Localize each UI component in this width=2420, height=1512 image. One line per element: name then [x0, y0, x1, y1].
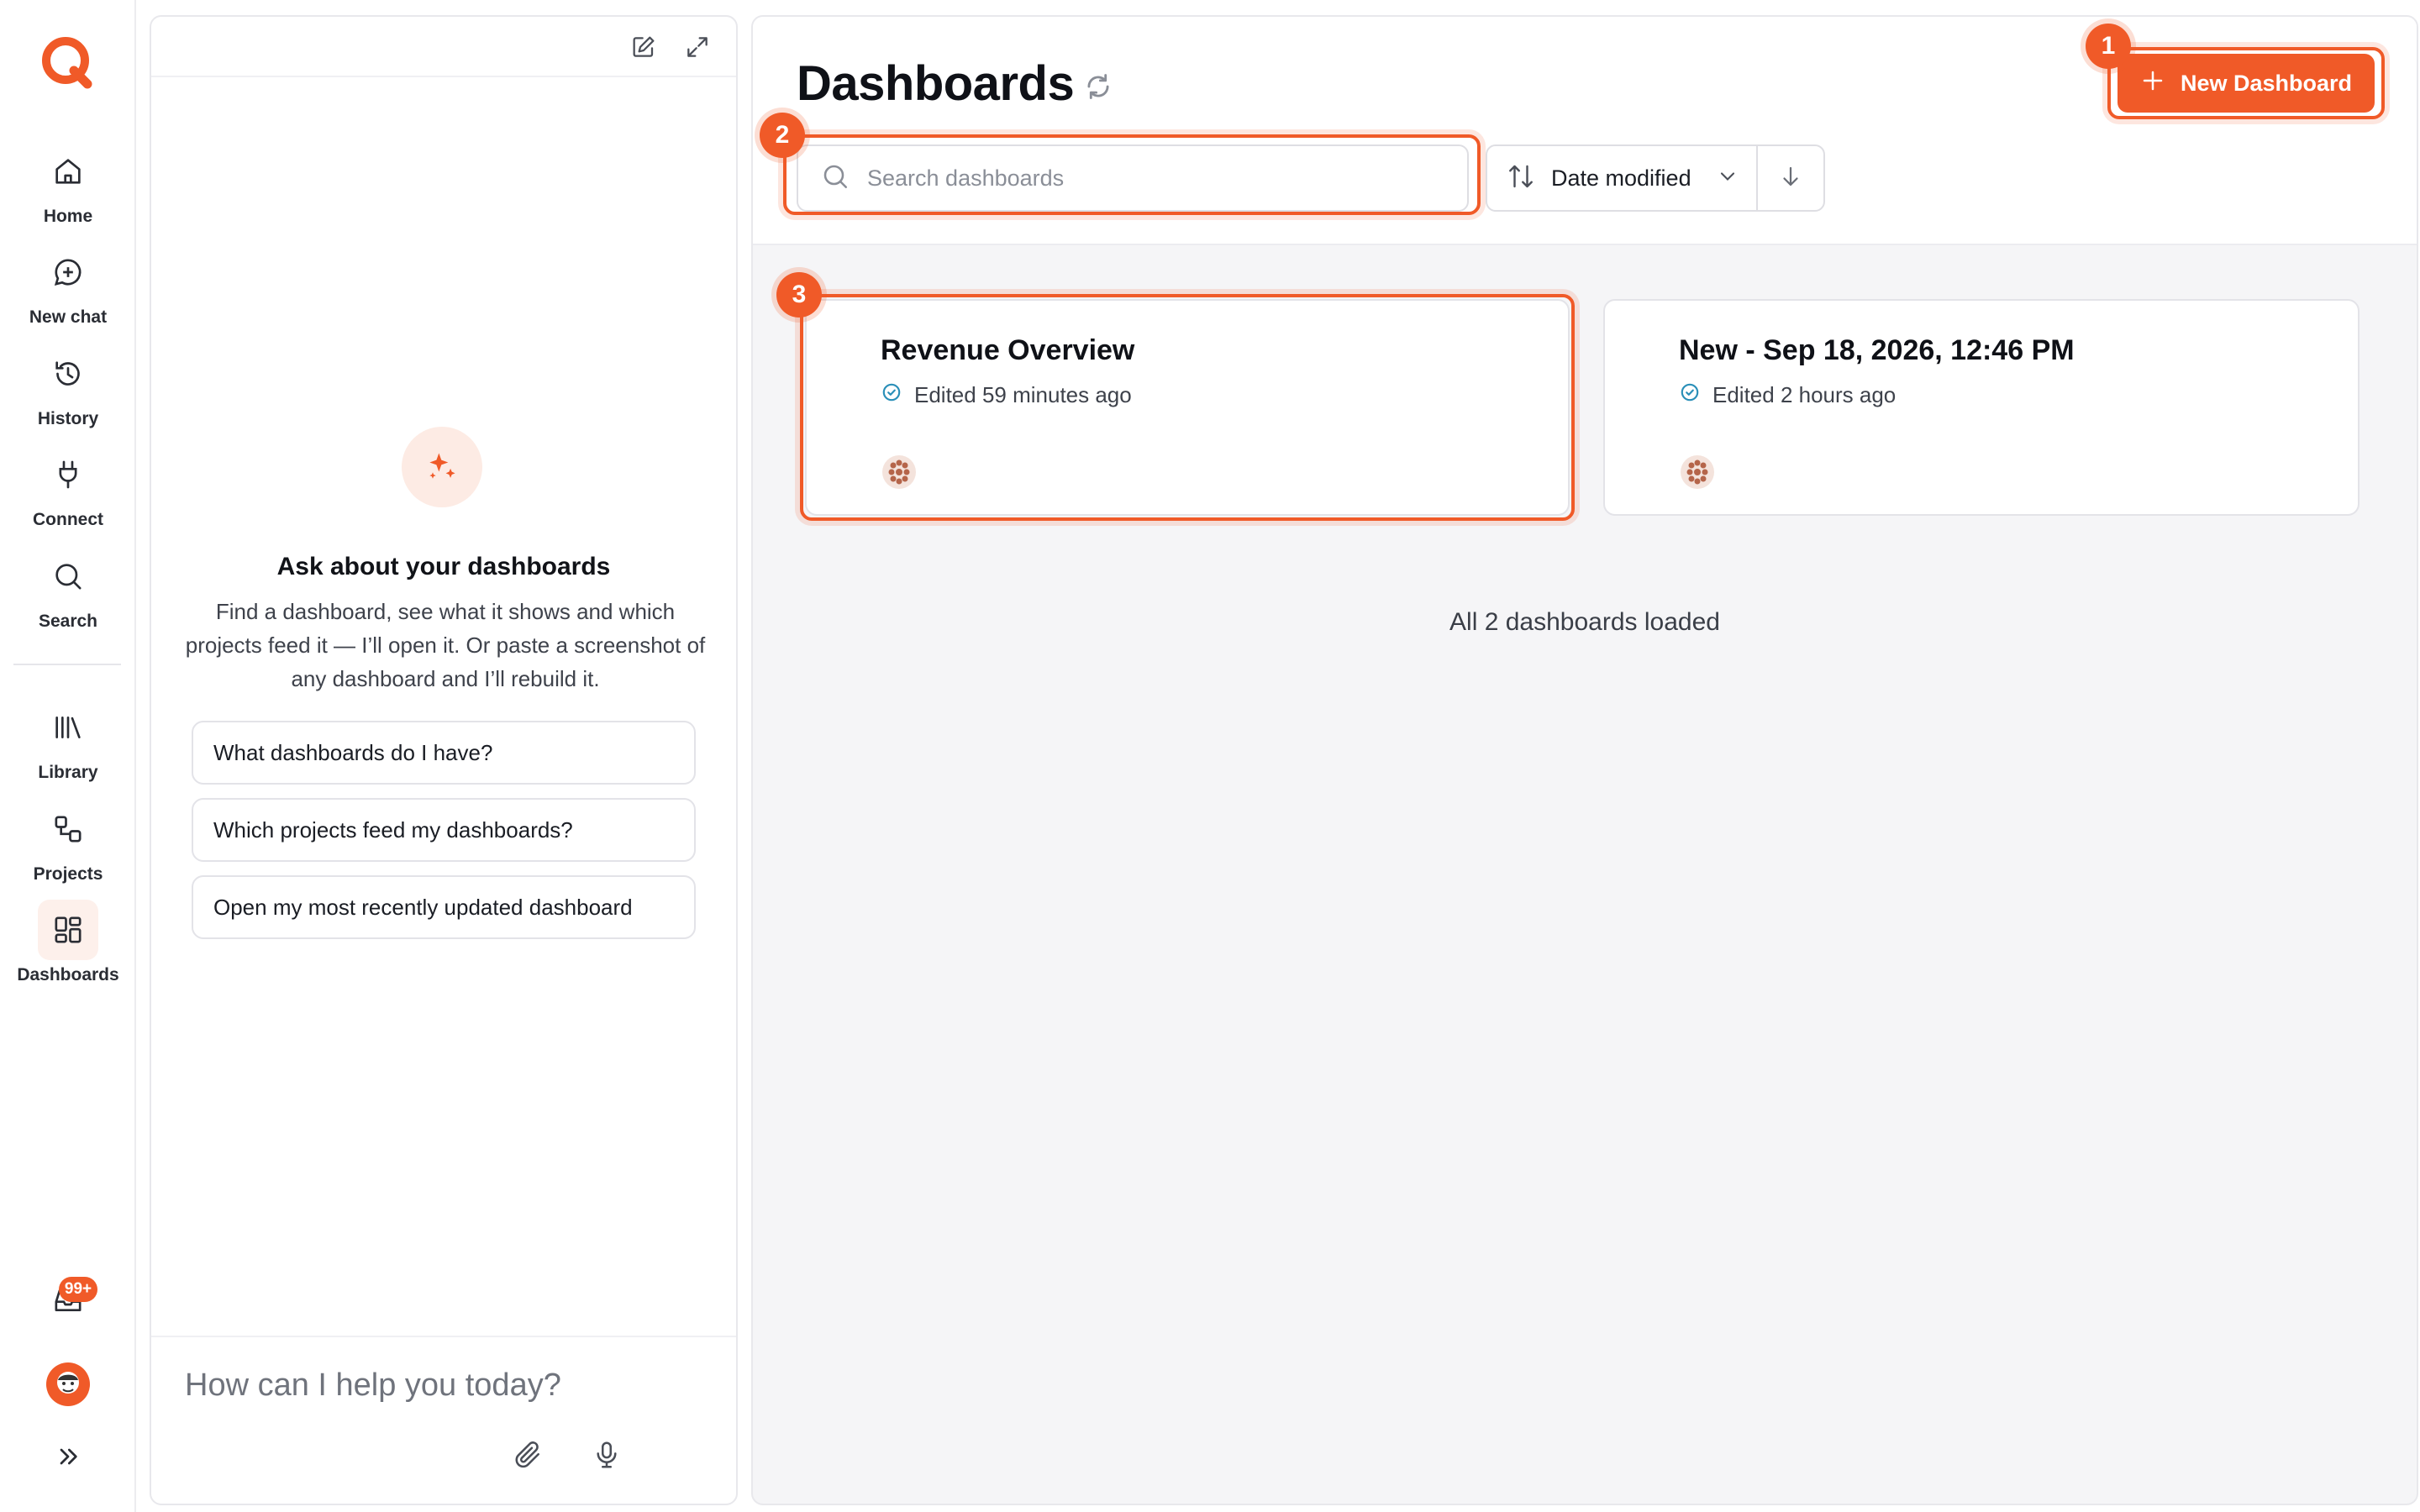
sidebar-item-label: Library	[38, 763, 98, 782]
arrow-down-icon	[1778, 164, 1803, 193]
dashboard-card-meta: Edited 59 minutes ago	[881, 381, 1132, 409]
new-conversation-button[interactable]	[627, 32, 660, 66]
search-icon	[38, 546, 98, 606]
sparkle-icon	[402, 427, 482, 507]
sidebar-item-label: Dashboards	[17, 965, 119, 984]
sidebar-item-history[interactable]: History	[0, 344, 136, 438]
suggestion-button[interactable]: Open my most recently updated dashboard	[192, 875, 696, 939]
inbox-badge: 99+	[59, 1277, 97, 1302]
assistant-panel: Ask about your dashboards Find a dashboa…	[150, 15, 738, 1505]
page-title: Dashboards	[797, 56, 1075, 111]
sidebar-item-label: Connect	[33, 510, 103, 529]
edited-time: Edited 59 minutes ago	[914, 382, 1132, 407]
sidebar-item-label: Search	[38, 612, 98, 631]
search-icon	[820, 161, 850, 196]
history-icon	[38, 344, 98, 404]
composer-divider	[151, 1336, 736, 1337]
sidebar-item-label: History	[37, 409, 99, 428]
search-input[interactable]	[867, 165, 1422, 192]
chat-input[interactable]: How can I help you today?	[185, 1368, 561, 1404]
assistant-heading: Ask about your dashboards	[276, 553, 611, 580]
verified-check-icon	[881, 381, 902, 409]
sort-dropdown[interactable]: Date modified	[1487, 146, 1759, 210]
plug-icon	[38, 444, 98, 505]
sidebar-item-label: New chat	[29, 307, 108, 327]
sort-label: Date modified	[1551, 165, 1691, 191]
sidebar-divider	[13, 664, 121, 665]
dashboard-card-title: Revenue Overview	[881, 334, 1135, 366]
dashboard-card-meta: Edited 2 hours ago	[1679, 381, 1896, 409]
sidebar-item-home[interactable]: Home	[0, 141, 136, 235]
expand-icon	[684, 34, 711, 65]
search-field[interactable]	[797, 144, 1469, 212]
sidebar-item-dashboards[interactable]: Dashboards	[0, 900, 136, 994]
refresh-button[interactable]	[1079, 69, 1118, 108]
sidebar-item-library[interactable]: Library	[0, 697, 136, 791]
suggestion-button[interactable]: What dashboards do I have?	[192, 721, 696, 785]
verified-check-icon	[1679, 381, 1701, 409]
suggestion-button[interactable]: Which projects feed my dashboards?	[192, 798, 696, 862]
dashboard-card-title: New - Sep 18, 2026, 12:46 PM	[1679, 334, 2075, 366]
step-marker: 3	[776, 272, 822, 318]
app-logo-icon[interactable]	[37, 32, 97, 92]
sidebar-item-search[interactable]: Search	[0, 546, 136, 640]
dashboard-card[interactable]: Revenue Overview Edited 59 minutes ago	[805, 299, 1570, 516]
expand-sidebar-button[interactable]	[38, 1428, 98, 1488]
sidebar-item-new-chat[interactable]: New chat	[0, 242, 136, 336]
sidebar-item-projects[interactable]: Projects	[0, 799, 136, 893]
edit-icon	[630, 34, 657, 65]
home-icon	[38, 141, 98, 202]
chevrons-right-icon	[55, 1443, 82, 1474]
assistant-description: Find a dashboard, see what it shows and …	[185, 599, 706, 691]
dashboards-main: Dashboards New Dashboard 1 2	[751, 15, 2418, 1505]
dashboards-header: Dashboards New Dashboard 1 2	[753, 17, 2417, 245]
chevron-down-icon	[1716, 165, 1739, 192]
owner-avatar-icon	[1679, 454, 1716, 491]
new-dashboard-button[interactable]: New Dashboard	[2118, 54, 2375, 113]
user-avatar[interactable]	[38, 1354, 98, 1415]
dashboards-icon	[38, 900, 98, 960]
microphone-button[interactable]	[587, 1436, 627, 1477]
owner-avatar-icon	[881, 454, 918, 491]
step-marker: 1	[2086, 24, 2131, 69]
attach-button[interactable]	[508, 1436, 548, 1477]
refresh-icon	[1082, 71, 1114, 107]
sidebar-item-label: Projects	[33, 864, 103, 884]
dashboard-card[interactable]: New - Sep 18, 2026, 12:46 PM Edited 2 ho…	[1603, 299, 2360, 516]
sidebar-item-connect[interactable]: Connect	[0, 444, 136, 538]
sort-arrows-icon	[1506, 161, 1536, 196]
assistant-toolbar	[151, 17, 736, 77]
plus-icon	[2140, 68, 2165, 99]
expand-panel-button[interactable]	[681, 32, 714, 66]
edited-time: Edited 2 hours ago	[1712, 382, 1897, 407]
paperclip-icon	[512, 1439, 544, 1475]
sort-control: Date modified	[1486, 144, 1825, 212]
projects-icon	[38, 799, 98, 859]
left-rail: Home New chat History Connect Search Lib…	[0, 0, 136, 1512]
microphone-icon	[591, 1439, 623, 1475]
step-marker: 2	[760, 113, 805, 158]
load-status: All 2 dashboards loaded	[1449, 608, 1720, 636]
chat-plus-icon	[38, 242, 98, 302]
library-icon	[38, 697, 98, 758]
sidebar-item-label: Home	[43, 207, 93, 226]
new-dashboard-label: New Dashboard	[2180, 70, 2353, 96]
sort-direction-button[interactable]	[1758, 146, 1823, 210]
